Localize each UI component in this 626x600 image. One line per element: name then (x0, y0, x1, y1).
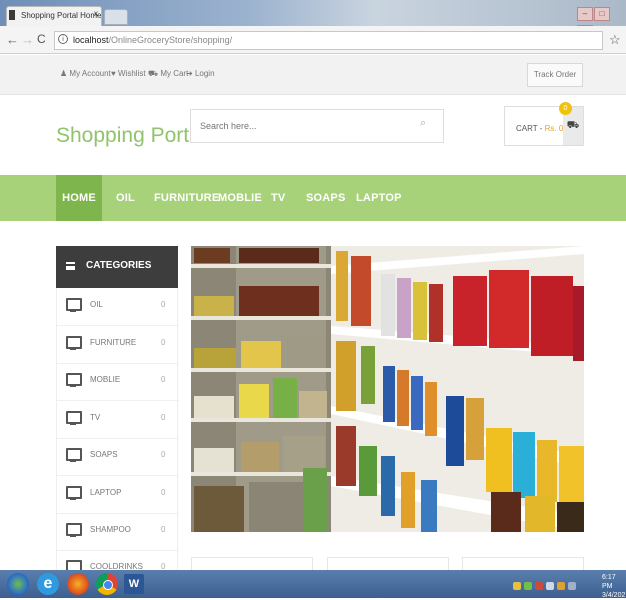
monitor-icon (66, 523, 82, 537)
category-label: FURNITURE (90, 338, 137, 347)
word-icon[interactable]: W (124, 574, 144, 594)
monitor-icon (66, 298, 82, 312)
category-item-soaps[interactable]: SOAPS 0 (57, 438, 179, 476)
wishlist-link[interactable]: ♥ Wishlist (111, 69, 146, 78)
tab-title: Shopping Portal Home P (21, 11, 102, 20)
category-label: SOAPS (90, 450, 118, 459)
tray-icon[interactable] (513, 582, 521, 590)
window-controls: –□× (576, 3, 622, 39)
category-count: 0 (161, 525, 166, 534)
category-item-tv[interactable]: TV 0 (57, 401, 179, 439)
forward-icon[interactable]: → (21, 32, 34, 47)
reload-icon[interactable]: C (37, 32, 46, 46)
maximize-icon[interactable]: □ (594, 7, 610, 21)
cart-label: CART - (516, 124, 543, 133)
url-host: localhost (73, 35, 109, 45)
category-item-shampoo[interactable]: SHAMPOO 0 (57, 513, 179, 551)
chrome-icon[interactable] (96, 573, 118, 595)
category-label: MOBLIE (90, 375, 121, 384)
category-label: OIL (90, 300, 103, 309)
taskbar-clock[interactable]: 6:17 PM 3/4/202 (602, 573, 626, 600)
clock-time: 6:17 PM (602, 574, 616, 590)
hero-banner-image[interactable] (191, 246, 584, 532)
minimize-icon[interactable]: – (577, 7, 593, 21)
category-count: 0 (161, 413, 166, 422)
firefox-icon[interactable] (67, 573, 89, 595)
volume-icon[interactable] (568, 582, 576, 590)
url-input[interactable]: localhost/OnlineGroceryStore/shopping/ (54, 31, 603, 50)
back-icon[interactable]: ← (6, 32, 19, 47)
category-label: LAPTOP (90, 488, 122, 497)
nav-item-home[interactable]: HOME (56, 175, 102, 221)
category-label: SHAMPOO (90, 525, 131, 534)
tray-icon[interactable] (557, 582, 565, 590)
login-icon: ➜ (186, 69, 193, 78)
tray-icon[interactable] (524, 582, 532, 590)
category-item-moblie[interactable]: MOBLIE 0 (57, 363, 179, 401)
cart-icon: ⛟ (148, 69, 159, 78)
nav-item-laptop[interactable]: LAPTOP (356, 175, 402, 221)
category-count: 0 (161, 338, 166, 347)
monitor-icon (66, 336, 82, 350)
monitor-icon (66, 448, 82, 462)
category-count: 0 (161, 300, 166, 309)
url-path: /OnlineGroceryStore/shopping/ (108, 35, 233, 45)
monitor-icon (66, 411, 82, 425)
monitor-icon (66, 373, 82, 387)
tray-icon[interactable] (535, 582, 543, 590)
system-tray (513, 577, 599, 591)
my-cart-label: My Cart (160, 69, 189, 78)
category-item-laptop[interactable]: LAPTOP 0 (57, 476, 179, 514)
my-account-link[interactable]: ♟ My Account (60, 69, 111, 78)
start-button-icon[interactable] (7, 573, 29, 595)
nav-item-soaps[interactable]: SOAPS (306, 175, 346, 221)
login-link[interactable]: ➜ Login (186, 69, 215, 78)
favicon-icon (9, 10, 15, 20)
search-icon[interactable]: ⌕ (420, 117, 426, 130)
category-item-furniture[interactable]: FURNITURE 0 (57, 326, 179, 364)
category-count: 0 (161, 450, 166, 459)
user-icon: ♟ (60, 69, 68, 78)
nav-item-furniture[interactable]: FURNITURE (154, 175, 219, 221)
nav-item-oil[interactable]: OIL (116, 175, 135, 221)
menu-icon (66, 262, 75, 270)
grocery-shelves-illustration (191, 246, 584, 532)
new-tab-button[interactable] (104, 9, 128, 25)
category-list: OIL 0 FURNITURE 0 MOBLIE 0 TV 0 SOAPS 0 LAPTO… (56, 288, 179, 588)
tab-close-icon[interactable]: x (94, 9, 98, 18)
search-input[interactable] (190, 109, 444, 143)
bookmark-star-icon[interactable]: ☆ (609, 32, 621, 48)
browser-tab[interactable]: Shopping Portal Home P (6, 6, 102, 26)
nav-item-tv[interactable]: TV (271, 175, 285, 221)
internet-explorer-icon[interactable]: e (37, 573, 59, 595)
heart-icon: ♥ (111, 69, 116, 78)
category-count: 0 (161, 488, 166, 497)
clock-date: 3/4/202 (602, 592, 626, 599)
category-label: TV (90, 413, 101, 422)
login-label: Login (194, 69, 215, 78)
monitor-icon (66, 486, 82, 500)
cart-summary-button[interactable]: CART - Rs. 00.00 (504, 106, 579, 146)
info-icon[interactable]: i (58, 34, 68, 44)
my-account-label: My Account (69, 69, 111, 78)
track-order-button[interactable]: Track Order (527, 63, 583, 87)
tray-icon[interactable] (546, 582, 554, 590)
cart-count-badge: 0 (559, 102, 572, 115)
wishlist-label: Wishlist (117, 69, 146, 78)
site-logo[interactable]: Shopping Portal (56, 124, 205, 148)
category-item-oil[interactable]: OIL 0 (57, 288, 179, 326)
category-count: 0 (161, 375, 166, 384)
my-cart-link[interactable]: ⛟ My Cart (148, 69, 188, 79)
nav-item-moblie[interactable]: MOBLIE (218, 175, 262, 221)
